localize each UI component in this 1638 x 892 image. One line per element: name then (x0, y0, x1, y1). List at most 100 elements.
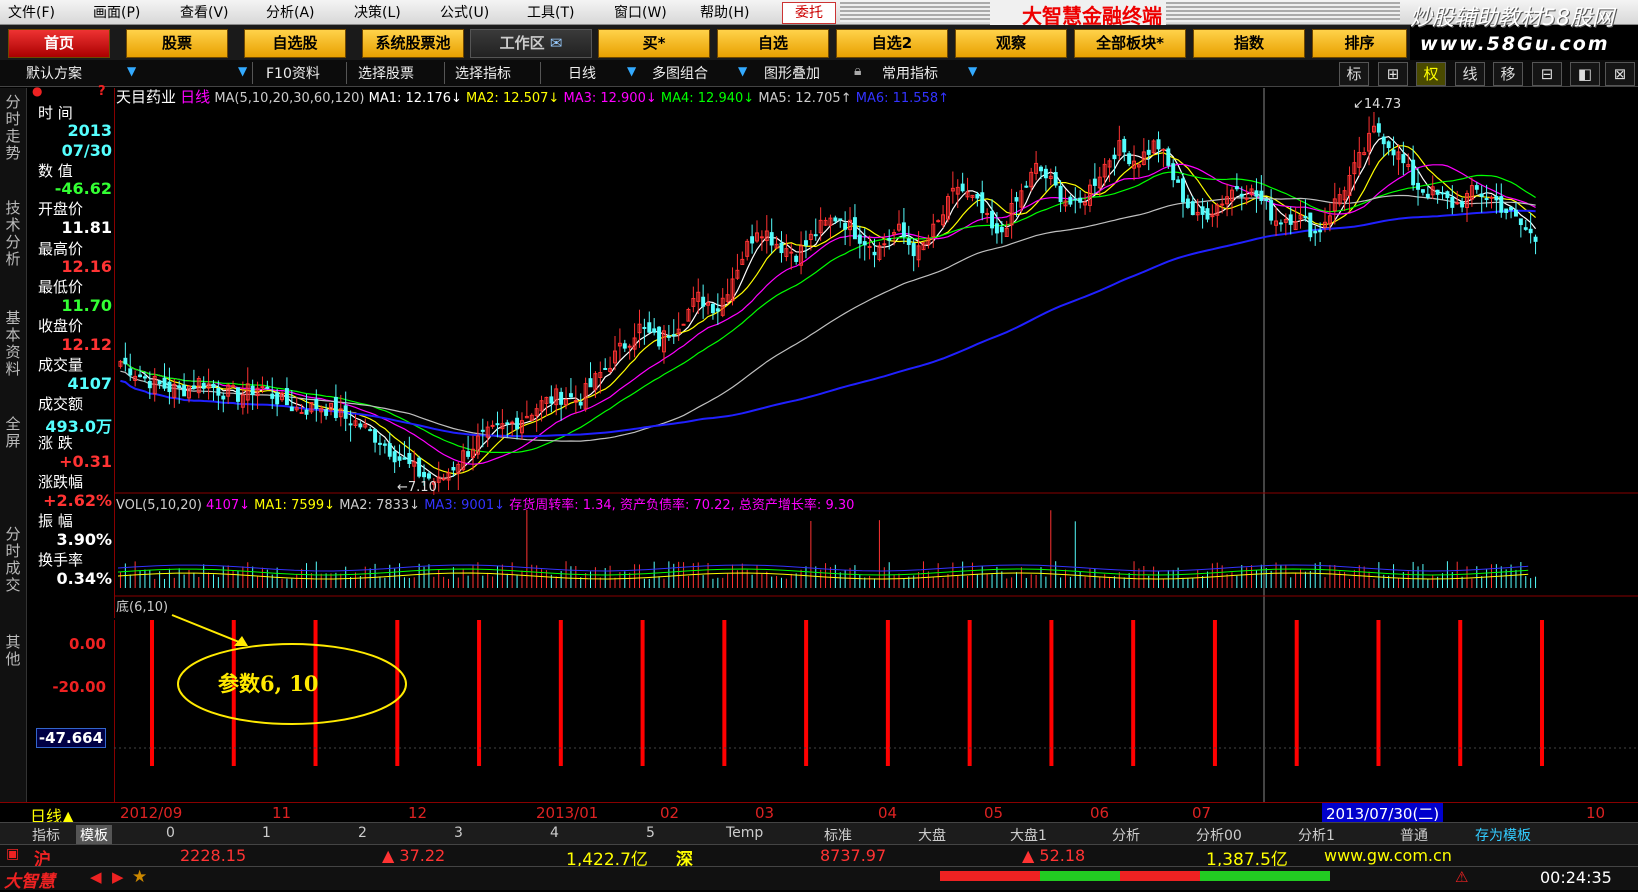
tab-technical[interactable]: 技术分析 (3, 200, 23, 268)
indicator-layer (150, 620, 1544, 766)
sh-index[interactable]: 2228.15 (180, 846, 246, 865)
template-normal[interactable]: 普通 (1400, 825, 1428, 845)
ma-params[interactable]: MA(5,10,20,30,60,120) (214, 91, 364, 106)
candle-body (1278, 222, 1283, 225)
split-button[interactable]: ◧ (1570, 62, 1600, 86)
nav-stock-pool[interactable]: 系统股票池 (362, 29, 464, 58)
f10-button[interactable]: F10资料 (266, 63, 320, 83)
template-market[interactable]: 大盘 (918, 825, 946, 845)
window-button[interactable]: ⊟ (1532, 62, 1562, 86)
tab-indicator[interactable]: 指标 (32, 825, 60, 845)
candle-body (1425, 193, 1430, 198)
menu-formula[interactable]: 公式(U) (440, 2, 489, 22)
order-button[interactable]: 委托 (782, 2, 836, 24)
nav-self-select-2[interactable]: 自选2 (836, 29, 948, 58)
template-3[interactable]: 3 (454, 825, 463, 841)
candle-body (627, 345, 632, 348)
candle-body (480, 429, 485, 432)
crosshair-button[interactable]: ⊞ (1378, 62, 1408, 86)
template-4[interactable]: 4 (550, 825, 559, 841)
menu-view[interactable]: 查看(V) (180, 2, 229, 22)
expand-icon[interactable]: ▣ (6, 846, 19, 862)
menu-decision[interactable]: 决策(L) (354, 2, 401, 22)
menu-screen[interactable]: 画面(P) (93, 2, 140, 22)
menu-tools[interactable]: 工具(T) (527, 2, 574, 22)
move-button[interactable]: 移 (1493, 62, 1523, 86)
select-indicator-button[interactable]: 选择指标 (455, 63, 511, 83)
template-2[interactable]: 2 (358, 825, 367, 841)
line-button[interactable]: 线 (1455, 62, 1485, 86)
nav-self-select[interactable]: 自选 (717, 29, 829, 58)
candle-body (1308, 212, 1313, 238)
arrow-left-icon[interactable]: ◀ (90, 868, 102, 886)
tab-template[interactable]: 模板 (76, 825, 112, 845)
help-icon[interactable]: ? (98, 84, 106, 99)
panel-pin-icon[interactable]: ● (32, 84, 42, 98)
vol-params[interactable]: VOL(5,10,20) (116, 498, 202, 513)
template-standard[interactable]: 标准 (824, 825, 852, 845)
dropdown-arrow-icon[interactable]: ▼ (738, 64, 747, 78)
sz-index[interactable]: 8737.97 (820, 846, 886, 865)
menu-help[interactable]: 帮助(H) (700, 2, 749, 22)
close-chart-button[interactable]: ⊠ (1605, 62, 1635, 86)
lock-icon[interactable]: 🔒︎ (854, 63, 861, 79)
nav-index[interactable]: 指数 (1193, 29, 1305, 58)
tab-other[interactable]: 其他 (3, 634, 23, 668)
candle-body (1244, 197, 1249, 200)
period-select[interactable]: 日线 (568, 63, 596, 83)
template-market-1[interactable]: 大盘1 (1010, 825, 1047, 845)
template-1[interactable]: 1 (262, 825, 271, 841)
candle-body (505, 422, 510, 425)
tab-fundamentals[interactable]: 基本资料 (3, 310, 23, 378)
dropdown-arrow-icon[interactable]: ▼ (127, 64, 136, 78)
candle-body (882, 243, 887, 246)
kline-chart[interactable]: 天目药业 日线 MA(5,10,20,30,60,120) MA1: 12.17… (114, 88, 1638, 802)
indicator-bar (885, 620, 890, 766)
template-analysis-1[interactable]: 分析1 (1298, 825, 1335, 845)
dropdown-arrow-icon[interactable]: ▼ (627, 64, 636, 78)
mark-button[interactable]: 标 (1339, 62, 1369, 86)
template-temp[interactable]: Temp (726, 825, 763, 841)
nav-workspace[interactable]: 工作区 ✉ (470, 29, 592, 58)
common-indicator-button[interactable]: 常用指标 (882, 63, 938, 83)
nav-sort[interactable]: 排序 (1312, 29, 1407, 58)
nav-stocks[interactable]: 股票 (126, 29, 228, 58)
template-5[interactable]: 5 (646, 825, 655, 841)
arrow-right-icon[interactable]: ▶ (112, 868, 124, 886)
nav-all-sectors[interactable]: 全部板块* (1074, 29, 1186, 58)
nav-buy[interactable]: 买* (598, 29, 710, 58)
nav-watchlist[interactable]: 自选股 (244, 29, 346, 58)
quote-info-panel: ● ? 时 间 2013 07/30 数 值 -46.62 开盘价 11.81 … (28, 84, 115, 618)
chart-canvas[interactable] (114, 88, 1638, 802)
favorite-star-icon[interactable]: ★ (132, 867, 147, 887)
multi-chart-button[interactable]: 多图组合 (652, 63, 708, 83)
dropdown-arrow-icon[interactable]: ▼ (968, 64, 977, 78)
candle-body (1259, 190, 1264, 201)
nav-home[interactable]: 首页 (8, 29, 110, 58)
candle-body (1445, 191, 1450, 199)
date-value: 07/30 (61, 141, 112, 160)
turnover-value: 0.34% (56, 569, 112, 588)
tab-fullscreen[interactable]: 全屏 (3, 416, 23, 450)
volume-legend: VOL(5,10,20) 4107↓ MA1: 7599↓ MA2: 7833↓… (116, 494, 854, 513)
scheme-select[interactable]: 默认方案 (26, 63, 82, 83)
alert-icon[interactable]: ⚠ (1455, 868, 1468, 886)
tab-trades[interactable]: 分时成交 (3, 526, 23, 594)
select-stock-button[interactable]: 选择股票 (358, 63, 414, 83)
site-link[interactable]: www.gw.com.cn (1324, 846, 1452, 865)
dropdown-arrow-icon[interactable]: ▼ (238, 64, 247, 78)
template-0[interactable]: 0 (166, 825, 175, 841)
template-analysis[interactable]: 分析 (1112, 825, 1140, 845)
status-brand: 大智慧 (4, 872, 55, 892)
tab-intraday[interactable]: 分时走势 (3, 94, 23, 162)
menu-analysis[interactable]: 分析(A) (266, 2, 315, 22)
menu-file[interactable]: 文件(F) (8, 2, 55, 22)
rights-button[interactable]: 权 (1416, 62, 1446, 86)
indicator-name[interactable]: 底(6,10) (116, 596, 168, 615)
overlay-button[interactable]: 图形叠加 (764, 63, 820, 83)
stock-name[interactable]: 天目药业 (116, 88, 176, 106)
template-analysis-00[interactable]: 分析00 (1196, 825, 1242, 845)
save-template-button[interactable]: 存为模板 (1475, 825, 1531, 845)
nav-observe[interactable]: 观察 (955, 29, 1067, 58)
menu-window[interactable]: 窗口(W) (614, 2, 667, 22)
